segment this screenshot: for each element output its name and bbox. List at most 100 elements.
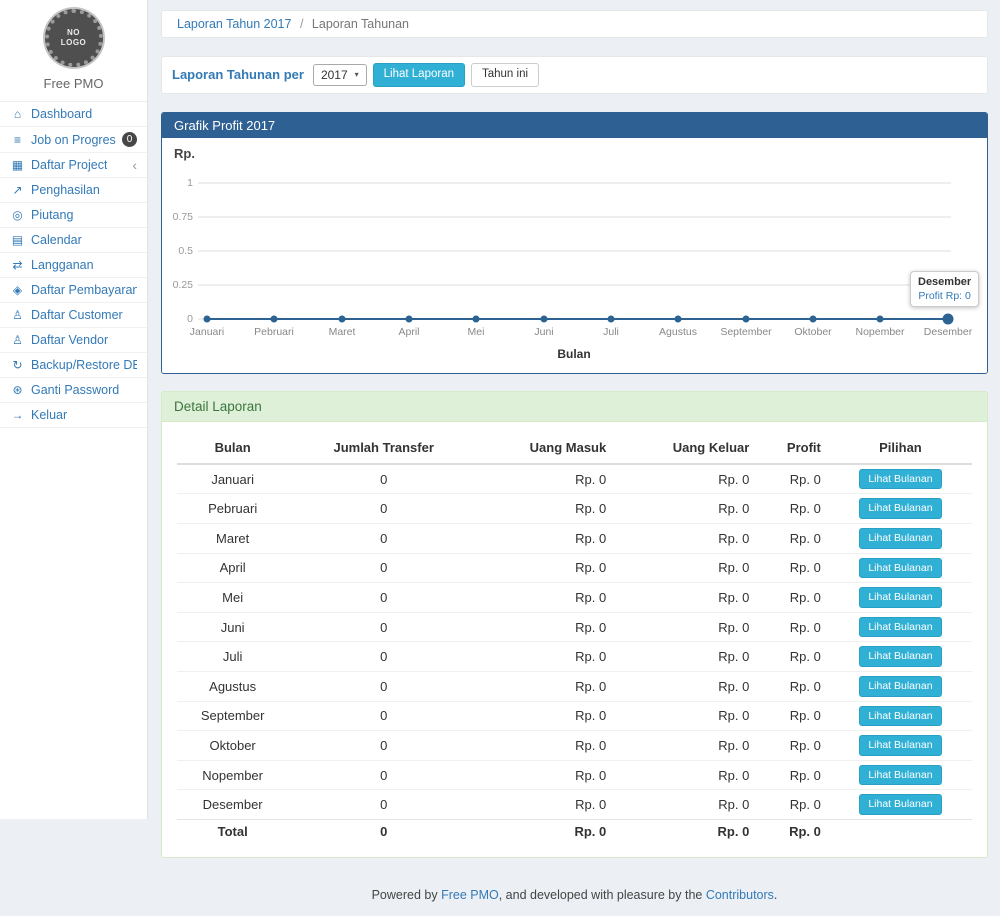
contributors-link[interactable]: Contributors xyxy=(706,888,774,902)
tooltip-title: Desember xyxy=(918,276,971,288)
data-point[interactable] xyxy=(541,315,548,322)
lihat-bulanan-button[interactable]: Lihat Bulanan xyxy=(859,617,941,638)
lihat-bulanan-button[interactable]: Lihat Bulanan xyxy=(859,765,941,786)
column-header-uang-keluar: Uang Keluar xyxy=(614,432,757,464)
cell-uang-masuk: Rp. 0 xyxy=(479,553,614,583)
table-total-row: Total 0 Rp. 0 Rp. 0 Rp. 0 xyxy=(177,819,972,843)
cell-jumlah-transfer: 0 xyxy=(288,553,479,583)
data-point[interactable] xyxy=(608,315,615,322)
sidebar-item-label: Penghasilan xyxy=(31,183,100,197)
data-point[interactable] xyxy=(675,315,682,322)
data-point[interactable] xyxy=(204,315,211,322)
tooltip-value: Profit Rp: 0 xyxy=(918,290,971,302)
sidebar-item-daftar-customer[interactable]: ♙ Daftar Customer xyxy=(0,303,147,328)
sidebar-item-backup-restore[interactable]: ↻ Backup/Restore DB xyxy=(0,353,147,378)
sidebar-item-penghasilan[interactable]: ↗ Penghasilan xyxy=(0,178,147,203)
cell-bulan: Pebruari xyxy=(177,494,288,524)
year-select-value: 2017 xyxy=(321,68,348,82)
cell-total-jumlah-transfer: 0 xyxy=(288,819,479,843)
free-pmo-link[interactable]: Free PMO xyxy=(441,888,499,902)
lihat-bulanan-button[interactable]: Lihat Bulanan xyxy=(859,528,941,549)
cell-profit: Rp. 0 xyxy=(757,671,829,701)
x-tick-label: Oktober xyxy=(794,326,832,338)
data-point-highlighted[interactable] xyxy=(943,313,954,324)
data-point[interactable] xyxy=(406,315,413,322)
project-table-icon: ▦ xyxy=(10,158,25,172)
sidebar-item-dashboard[interactable]: ⌂ Dashboard xyxy=(0,102,147,127)
year-select[interactable]: 2017 ▾ xyxy=(313,64,367,86)
cell-bulan: Januari xyxy=(177,464,288,494)
data-point[interactable] xyxy=(473,315,480,322)
table-row: Pebruari 0 Rp. 0 Rp. 0 Rp. 0 Lihat Bulan… xyxy=(177,494,972,524)
calendar-icon: ▤ xyxy=(10,233,25,247)
sidebar-item-label: Backup/Restore DB xyxy=(31,358,137,372)
sidebar-item-ganti-password[interactable]: ⊛ Ganti Password xyxy=(0,378,147,403)
cell-profit: Rp. 0 xyxy=(757,701,829,731)
column-header-jumlah-transfer: Jumlah Transfer xyxy=(288,432,479,464)
sidebar-item-daftar-vendor[interactable]: ♙ Daftar Vendor xyxy=(0,328,147,353)
sidebar-item-daftar-pembayaran[interactable]: ◈ Daftar Pembayaran xyxy=(0,278,147,303)
cell-uang-keluar: Rp. 0 xyxy=(614,671,757,701)
cell-bulan: Juli xyxy=(177,642,288,672)
cell-total-uang-keluar: Rp. 0 xyxy=(614,819,757,843)
cell-jumlah-transfer: 0 xyxy=(288,731,479,761)
data-point[interactable] xyxy=(810,315,817,322)
profit-line-chart: Rp. 1 0.75 0.5 0.25 0 xyxy=(162,138,988,373)
sidebar-item-piutang[interactable]: ◎ Piutang xyxy=(0,203,147,228)
footer-text: Powered by xyxy=(372,888,441,902)
table-row: Agustus 0 Rp. 0 Rp. 0 Rp. 0 Lihat Bulana… xyxy=(177,671,972,701)
cell-uang-masuk: Rp. 0 xyxy=(479,671,614,701)
y-tick-label: 0 xyxy=(187,313,193,325)
cell-bulan: Desember xyxy=(177,790,288,820)
sidebar-item-label: Daftar Vendor xyxy=(31,333,108,347)
cell-uang-masuk: Rp. 0 xyxy=(479,494,614,524)
lihat-bulanan-button[interactable]: Lihat Bulanan xyxy=(859,587,941,608)
table-row: Juni 0 Rp. 0 Rp. 0 Rp. 0 Lihat Bulanan xyxy=(177,612,972,642)
lihat-bulanan-button[interactable]: Lihat Bulanan xyxy=(859,646,941,667)
cell-bulan: April xyxy=(177,553,288,583)
table-row: Desember 0 Rp. 0 Rp. 0 Rp. 0 Lihat Bulan… xyxy=(177,790,972,820)
sidebar-item-calendar[interactable]: ▤ Calendar xyxy=(0,228,147,253)
vendor-users-icon: ♙ xyxy=(10,333,25,347)
receivable-icon: ◎ xyxy=(10,208,25,222)
dashboard-icon: ⌂ xyxy=(10,107,25,121)
data-point[interactable] xyxy=(339,315,346,322)
cell-jumlah-transfer: 0 xyxy=(288,612,479,642)
app-name: Free PMO xyxy=(0,76,147,91)
chevron-down-icon: ▾ xyxy=(355,70,359,79)
sidebar-item-daftar-project[interactable]: ▦ Daftar Project ‹ xyxy=(0,153,147,178)
cell-profit: Rp. 0 xyxy=(757,760,829,790)
logo-placeholder-text: NO LOGO xyxy=(59,28,89,48)
cell-bulan: Nopember xyxy=(177,760,288,790)
lihat-laporan-button[interactable]: Lihat Laporan xyxy=(373,63,465,87)
data-point[interactable] xyxy=(743,315,750,322)
breadcrumb-parent-link[interactable]: Laporan Tahun 2017 xyxy=(177,17,291,31)
data-point[interactable] xyxy=(877,315,884,322)
table-row: April 0 Rp. 0 Rp. 0 Rp. 0 Lihat Bulanan xyxy=(177,553,972,583)
cell-uang-masuk: Rp. 0 xyxy=(479,731,614,761)
detail-laporan-panel: Detail Laporan Bulan Jumlah Transfer Uan… xyxy=(161,391,988,858)
data-point[interactable] xyxy=(271,315,278,322)
x-tick-label: Nopember xyxy=(855,326,905,338)
table-row: Oktober 0 Rp. 0 Rp. 0 Rp. 0 Lihat Bulana… xyxy=(177,731,972,761)
lihat-bulanan-button[interactable]: Lihat Bulanan xyxy=(859,469,941,490)
filter-label: Laporan Tahunan per xyxy=(172,67,304,82)
lihat-bulanan-button[interactable]: Lihat Bulanan xyxy=(859,794,941,815)
lihat-bulanan-button[interactable]: Lihat Bulanan xyxy=(859,735,941,756)
lihat-bulanan-button[interactable]: Lihat Bulanan xyxy=(859,558,941,579)
cell-bulan: Maret xyxy=(177,523,288,553)
sidebar-item-label: Daftar Project xyxy=(31,158,107,172)
x-tick-label: Juli xyxy=(603,326,619,338)
income-chart-icon: ↗ xyxy=(10,183,25,197)
x-tick-label: Mei xyxy=(468,326,485,338)
sidebar-item-job-on-progress[interactable]: ≡ Job on Progress 0 xyxy=(0,127,147,153)
sidebar-item-keluar[interactable]: → Keluar xyxy=(0,403,147,428)
sidebar-item-langganan[interactable]: ⇄ Langganan xyxy=(0,253,147,278)
lihat-bulanan-button[interactable]: Lihat Bulanan xyxy=(859,676,941,697)
table-row: Maret 0 Rp. 0 Rp. 0 Rp. 0 Lihat Bulanan xyxy=(177,523,972,553)
lihat-bulanan-button[interactable]: Lihat Bulanan xyxy=(859,498,941,519)
lihat-bulanan-button[interactable]: Lihat Bulanan xyxy=(859,706,941,727)
cell-jumlah-transfer: 0 xyxy=(288,464,479,494)
tahun-ini-button[interactable]: Tahun ini xyxy=(471,63,539,87)
cell-profit: Rp. 0 xyxy=(757,553,829,583)
